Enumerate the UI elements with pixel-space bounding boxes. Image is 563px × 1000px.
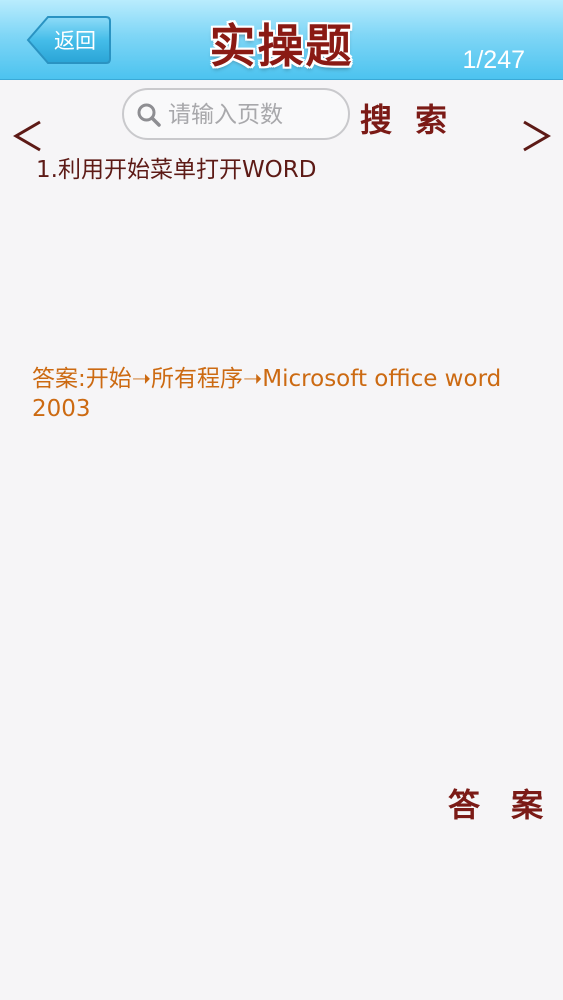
show-answer-button[interactable]: 答 案 bbox=[448, 780, 553, 826]
search-button[interactable]: 搜 索 bbox=[360, 95, 453, 141]
search-icon bbox=[137, 103, 161, 127]
chevron-right-icon[interactable] bbox=[518, 112, 554, 160]
question-text: 1.利用开始菜单打开WORD bbox=[36, 157, 317, 183]
back-button[interactable]: 返回 bbox=[26, 15, 112, 65]
search-input[interactable] bbox=[166, 96, 340, 134]
search-box bbox=[122, 88, 350, 140]
page-indicator: 1/247 bbox=[462, 46, 525, 74]
answer-text: 答案:开始➝所有程序➝Microsoft office word2003 bbox=[32, 366, 502, 422]
header-bar: 返回 实操题 1/247 bbox=[0, 0, 563, 80]
back-button-label: 返回 bbox=[54, 29, 96, 53]
